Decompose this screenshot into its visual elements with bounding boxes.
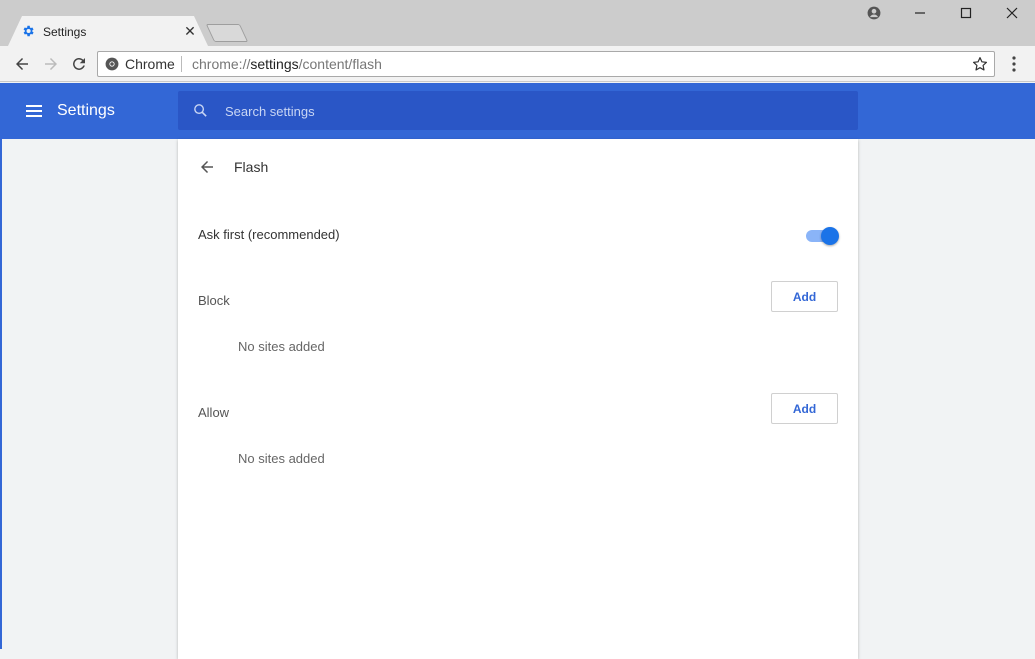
more-menu-icon[interactable] [1004, 54, 1024, 74]
url-path: /content/flash [298, 56, 382, 72]
block-section-label: Block [198, 293, 230, 308]
search-input[interactable] [223, 100, 823, 122]
close-window-button[interactable] [989, 2, 1035, 24]
allow-section-label: Allow [198, 405, 230, 420]
chrome-icon [105, 57, 119, 71]
reload-button[interactable] [68, 53, 90, 75]
url-host: settings [250, 56, 299, 72]
add-block-site-button[interactable]: Add [771, 281, 838, 312]
settings-title: Settings [57, 102, 115, 119]
back-button[interactable] [11, 53, 33, 75]
maximize-window-button[interactable] [943, 2, 989, 24]
site-label: Chrome [125, 56, 175, 72]
url-scheme: chrome:// [192, 56, 251, 72]
omnibox-separator [181, 56, 182, 72]
search-icon [192, 102, 209, 119]
allow-empty-text: No sites added [238, 451, 325, 466]
profile-icon[interactable] [851, 2, 897, 24]
settings-header: Settings [0, 83, 1035, 139]
add-allow-site-button[interactable]: Add [771, 393, 838, 424]
minimize-window-button[interactable] [897, 2, 943, 24]
hamburger-menu-icon[interactable] [24, 101, 44, 121]
ask-first-toggle[interactable] [806, 227, 840, 245]
tab-title: Settings [43, 25, 87, 39]
block-empty-text: No sites added [238, 339, 325, 354]
ask-first-label: Ask first (recommended) [198, 227, 340, 242]
gear-icon [21, 24, 35, 38]
tab-close-icon[interactable]: ✕ [182, 23, 198, 39]
title-bar: Settings ✕ [0, 0, 1035, 46]
page-title: Flash [234, 159, 269, 175]
back-arrow-icon[interactable] [198, 158, 216, 176]
new-tab-button[interactable] [205, 24, 249, 42]
address-bar[interactable]: Chrome chrome://settings/content/flash [97, 51, 995, 77]
browser-toolbar: Chrome chrome://settings/content/flash [0, 46, 1035, 82]
url-text[interactable]: chrome://settings/content/flash [192, 56, 382, 73]
bookmark-star-icon[interactable] [971, 55, 989, 73]
flash-settings-card: Flash Ask first (recommended) Block Add … [178, 139, 858, 659]
toggle-knob [821, 227, 839, 245]
search-box[interactable] [178, 91, 858, 130]
forward-button[interactable] [40, 53, 62, 75]
tab-settings[interactable] [8, 16, 208, 46]
